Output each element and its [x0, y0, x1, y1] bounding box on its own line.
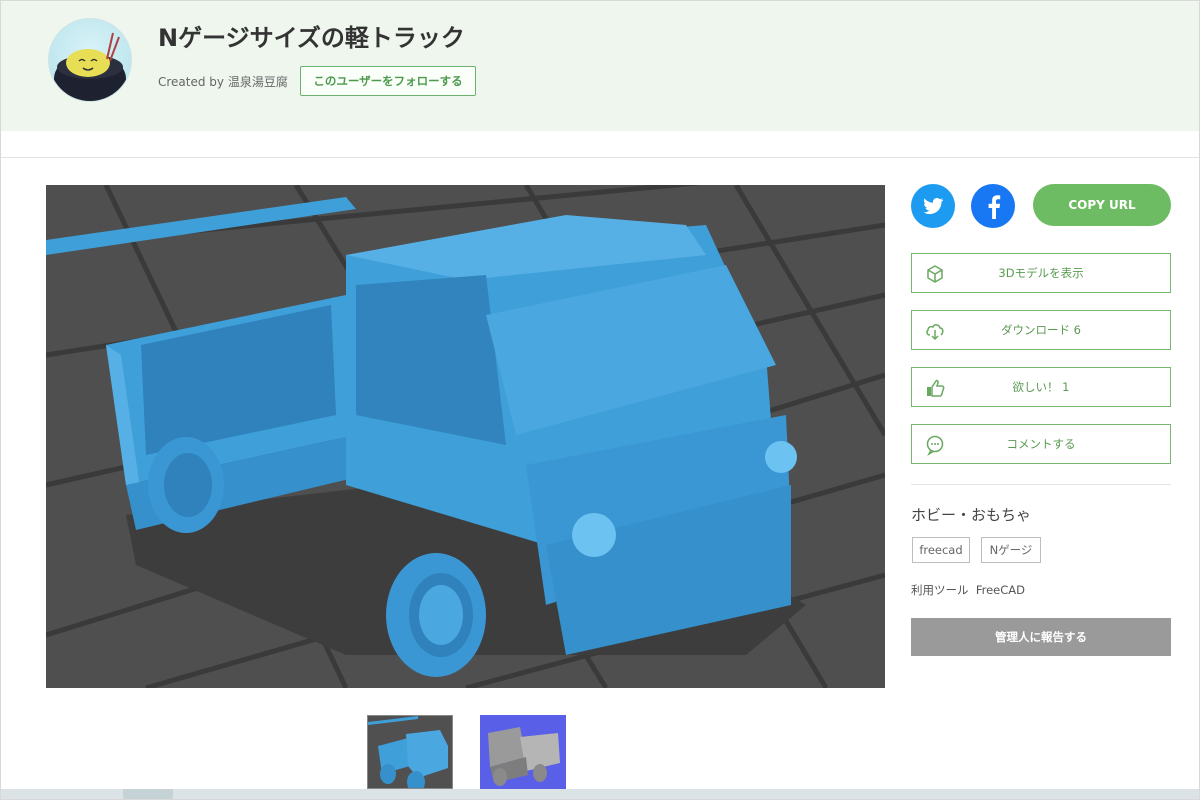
copy-url-button[interactable]: COPY URL — [1033, 184, 1171, 226]
download-label: ダウンロード 6 — [1001, 323, 1081, 337]
headlight-right — [765, 441, 797, 473]
cube-icon — [927, 265, 943, 283]
sidebar-divider — [911, 484, 1171, 485]
view-3d-model-button[interactable]: 3Dモデルを表示 — [911, 253, 1171, 293]
comment-label: コメントする — [1006, 437, 1076, 451]
follow-user-button[interactable]: このユーザーをフォローする — [300, 66, 476, 96]
truck-render — [46, 185, 885, 688]
download-button[interactable]: ダウンロード 6 — [911, 310, 1171, 350]
avatar[interactable] — [48, 18, 132, 102]
headlight-left — [572, 513, 616, 557]
scrollbar-thumb[interactable] — [123, 789, 173, 799]
tool-info: 利用ツール FreeCAD — [911, 582, 1025, 598]
thumbnail-1[interactable] — [367, 715, 453, 789]
view-3d-model-label: 3Dモデルを表示 — [998, 266, 1084, 280]
want-label: 欲しい！ 1 — [1012, 380, 1070, 394]
thumbnail-2[interactable] — [480, 715, 566, 789]
thumbs-up-icon — [927, 379, 945, 397]
created-by: Created by 温泉湯豆腐 — [158, 73, 288, 90]
thumbnail-2-image — [480, 715, 566, 789]
tag-n-gauge[interactable]: Nゲージ — [981, 537, 1041, 563]
facebook-f-icon — [988, 195, 1001, 219]
page-title: Nゲージサイズの軽トラック — [158, 24, 465, 52]
tool-value[interactable]: FreeCAD — [976, 583, 1025, 597]
twitter-bird-icon — [923, 198, 944, 215]
author-link[interactable]: 温泉湯豆腐 — [228, 75, 288, 89]
tag-freecad[interactable]: freecad — [912, 537, 970, 563]
horizontal-scrollbar[interactable] — [1, 789, 1199, 799]
want-button[interactable]: 欲しい！ 1 — [911, 367, 1171, 407]
twitter-share-button[interactable] — [911, 184, 955, 228]
cloud-download-icon — [926, 324, 944, 341]
thumbnail-1-image — [368, 716, 452, 788]
speech-bubble-icon — [926, 435, 944, 456]
tool-label: 利用ツール — [911, 583, 969, 597]
comment-button[interactable]: コメントする — [911, 424, 1171, 464]
report-to-admin-button[interactable]: 管理人に報告する — [911, 618, 1171, 656]
header-divider — [1, 157, 1199, 158]
facebook-share-button[interactable] — [971, 184, 1015, 228]
category-link[interactable]: ホビー・おもちゃ — [911, 504, 1031, 525]
avatar-illustration — [54, 32, 126, 101]
model-preview-image[interactable] — [46, 185, 885, 688]
created-by-prefix: Created by — [158, 75, 225, 89]
